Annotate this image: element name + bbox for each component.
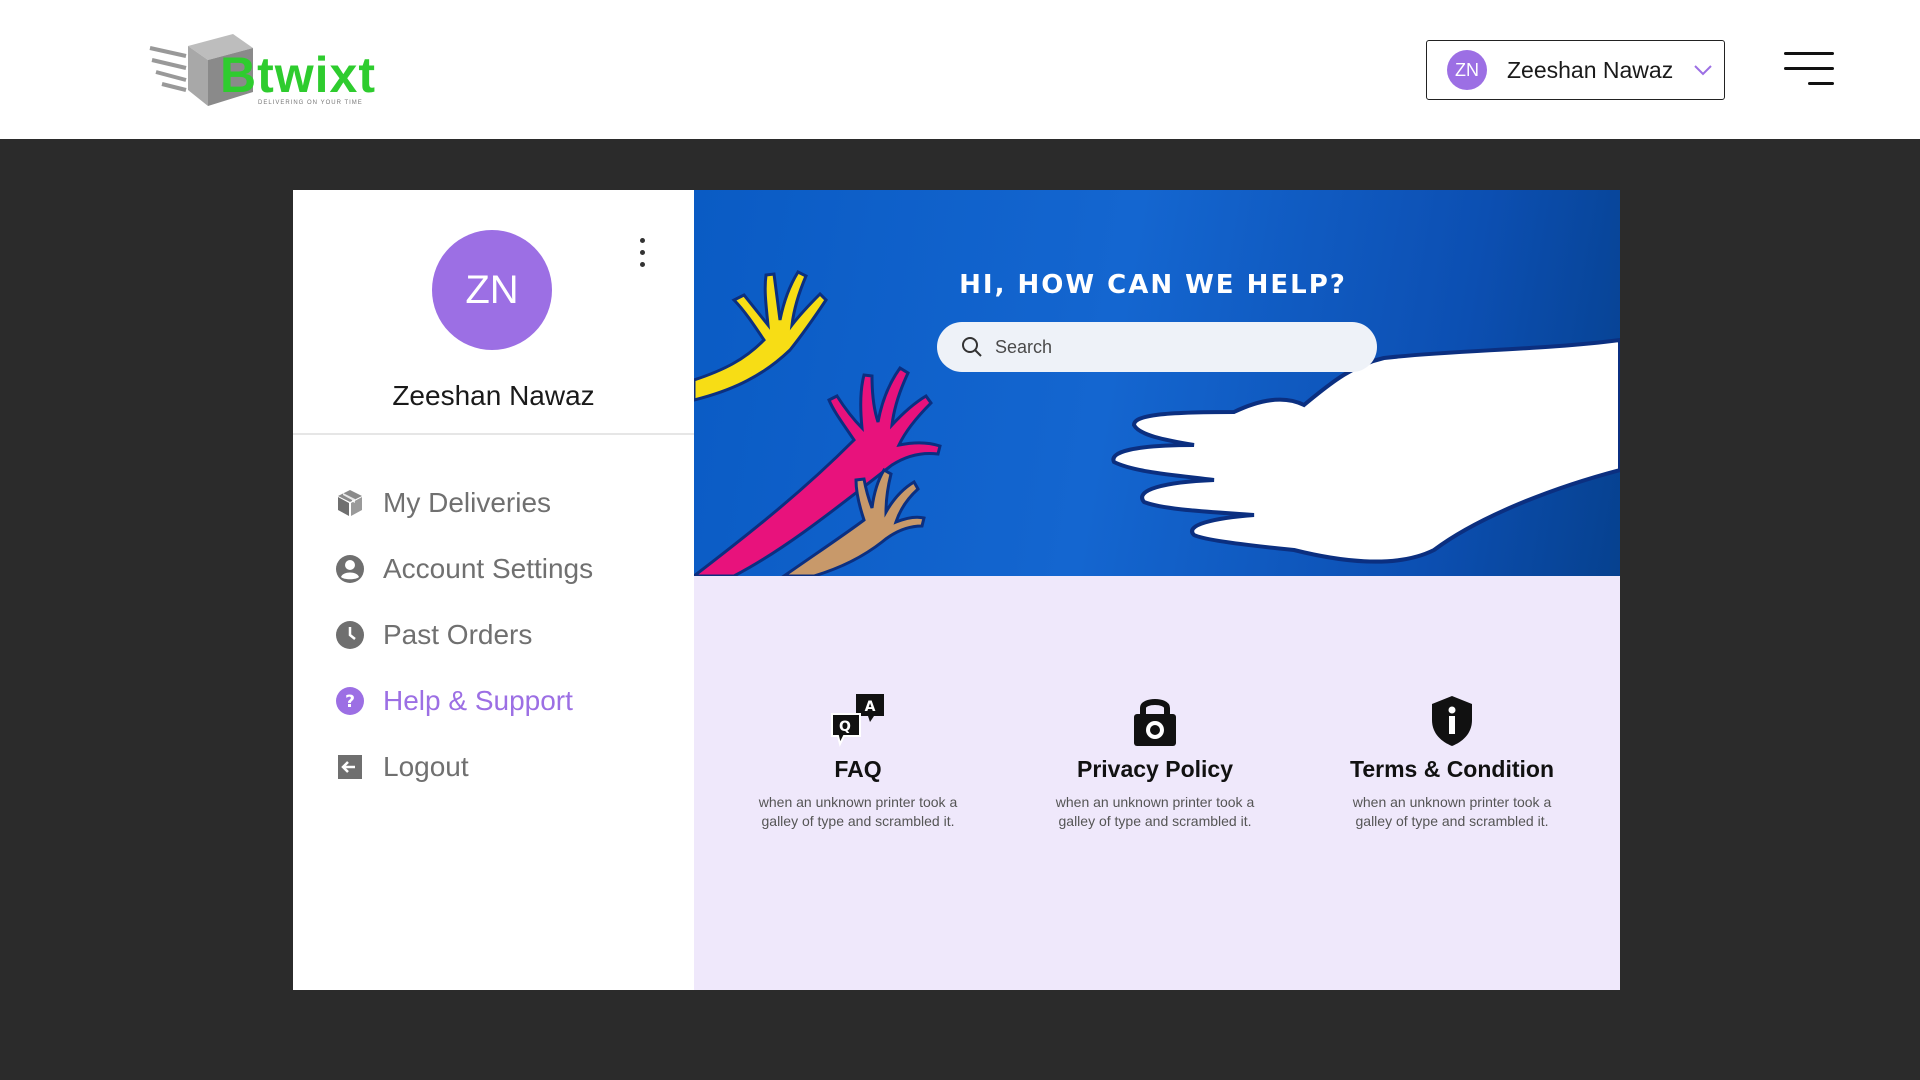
- search-input[interactable]: [995, 336, 1355, 358]
- hamburger-menu-icon[interactable]: [1782, 52, 1834, 86]
- svg-text:A: A: [865, 699, 876, 715]
- sidebar-item-label: My Deliveries: [383, 487, 552, 518]
- main-panel: HI, HOW CAN WE HELP? A Q: [694, 190, 1620, 990]
- logo-wordmark: Btwixt: [220, 47, 376, 103]
- feature-title: Privacy Policy: [1077, 756, 1233, 782]
- hero-title: HI, HOW CAN WE HELP?: [959, 270, 1347, 300]
- more-options-icon[interactable]: [635, 238, 649, 274]
- logout-icon: [335, 752, 365, 782]
- search-bar[interactable]: [937, 322, 1377, 372]
- privacy-policy-card[interactable]: Privacy Policy when an unknown printer t…: [1005, 692, 1305, 831]
- sidebar-item-past-orders[interactable]: Past Orders: [335, 602, 593, 668]
- helping-hands-illustration: [694, 270, 1620, 576]
- question-icon: ?: [335, 686, 365, 716]
- terms-condition-card[interactable]: Terms & Condition when an unknown printe…: [1302, 692, 1602, 831]
- faq-card[interactable]: A Q FAQ when an unknown printer took a g…: [708, 692, 1008, 831]
- search-icon: [962, 337, 982, 357]
- feature-title: FAQ: [834, 756, 882, 782]
- svg-text:?: ?: [345, 692, 355, 712]
- box-icon: [335, 488, 365, 518]
- sidebar-item-account-settings[interactable]: Account Settings: [335, 536, 593, 602]
- feature-description: when an unknown printer took a galley of…: [758, 794, 958, 829]
- help-support-card: ZN Zeeshan Nawaz My Deliveries Account S…: [293, 190, 1620, 990]
- profile-avatar: ZN: [432, 230, 552, 350]
- sidebar-item-logout[interactable]: Logout: [335, 734, 593, 800]
- avatar: ZN: [1447, 50, 1487, 90]
- feature-description: when an unknown printer took a galley of…: [1055, 794, 1255, 829]
- qa-chat-icon: A Q: [708, 692, 1008, 748]
- sidebar-item-help-support[interactable]: ? Help & Support: [335, 668, 593, 734]
- clock-icon: [335, 620, 365, 650]
- top-header: Btwixt DELIVERING ON YOUR TIME ZN Zeesha…: [0, 0, 1920, 139]
- btwixt-logo[interactable]: Btwixt DELIVERING ON YOUR TIME: [148, 26, 378, 118]
- sidebar-item-label: Past Orders: [383, 619, 533, 650]
- user-menu-dropdown[interactable]: ZN Zeeshan Nawaz: [1426, 40, 1725, 100]
- sidebar-item-my-deliveries[interactable]: My Deliveries: [335, 470, 593, 536]
- svg-text:Q: Q: [839, 719, 851, 735]
- lock-icon: [1005, 692, 1305, 748]
- chevron-down-icon: [1694, 65, 1712, 76]
- help-topics: A Q FAQ when an unknown printer took a g…: [694, 576, 1620, 990]
- sidebar-nav: My Deliveries Account Settings Past Orde…: [335, 470, 593, 800]
- shield-info-icon: [1302, 692, 1602, 748]
- sidebar-item-label: Help & Support: [383, 685, 573, 716]
- feature-title: Terms & Condition: [1349, 756, 1554, 782]
- user-circle-icon: [335, 554, 365, 584]
- sidebar-item-label: Account Settings: [383, 553, 594, 584]
- sidebar: ZN Zeeshan Nawaz My Deliveries Account S…: [293, 190, 694, 990]
- divider: [293, 433, 694, 435]
- feature-description: when an unknown printer took a galley of…: [1352, 794, 1552, 829]
- logo-tagline: DELIVERING ON YOUR TIME: [258, 100, 363, 106]
- sidebar-item-label: Logout: [383, 751, 469, 782]
- help-hero-banner: HI, HOW CAN WE HELP?: [694, 190, 1620, 576]
- user-name: Zeeshan Nawaz: [1507, 56, 1674, 83]
- profile-name: Zeeshan Nawaz: [392, 380, 595, 411]
